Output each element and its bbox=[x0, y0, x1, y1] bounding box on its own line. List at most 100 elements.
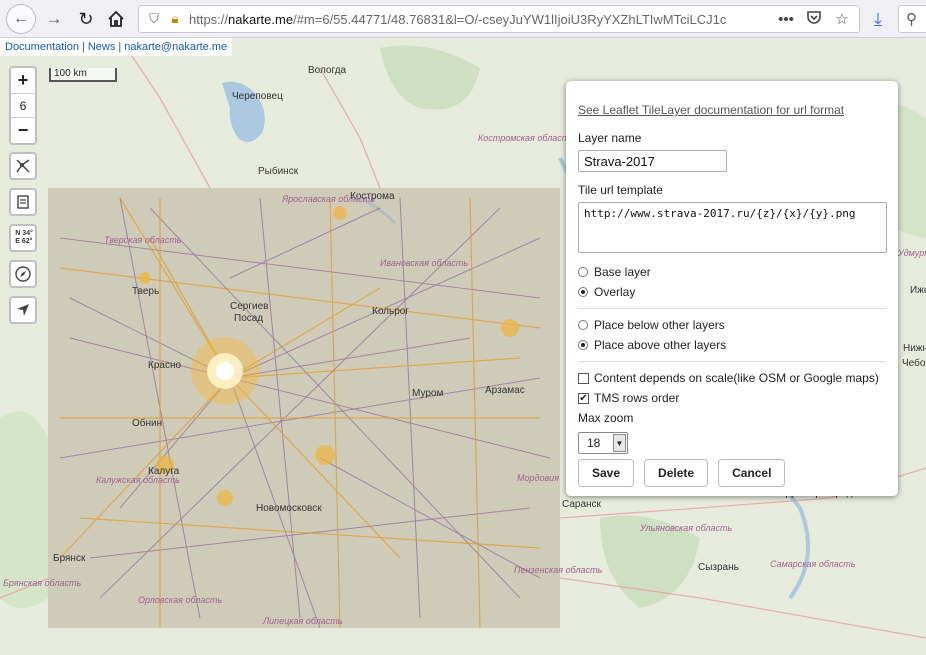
map[interactable]: Documentation | News | nakarte@nakarte.me + … bbox=[0, 38, 926, 655]
place-above-option[interactable]: Place above other layers bbox=[578, 335, 886, 355]
zoom-out-button[interactable]: − bbox=[11, 118, 35, 143]
place-label: Тверь bbox=[132, 286, 160, 297]
max-zoom-select[interactable]: 18 ▼ bbox=[578, 432, 628, 454]
measure-track-button[interactable] bbox=[9, 152, 37, 180]
save-button[interactable]: Save bbox=[578, 459, 635, 487]
tms-checkbox[interactable]: ✔ bbox=[578, 392, 589, 404]
place-label: Арзамас bbox=[485, 385, 525, 396]
place-label: Сергиев bbox=[230, 301, 269, 312]
tms-option[interactable]: ✔ TMS rows order bbox=[578, 388, 886, 408]
region-label: Брянская область bbox=[3, 578, 82, 588]
bookmark-star-icon[interactable]: ☆ bbox=[833, 10, 851, 28]
place-above-radio[interactable] bbox=[578, 340, 588, 350]
reload-icon: ↻ bbox=[78, 8, 94, 29]
region-label: Костромская область bbox=[478, 133, 575, 143]
divider bbox=[578, 361, 886, 362]
url-scheme: https:// bbox=[189, 11, 229, 27]
coords-text: N 34° E 62° bbox=[15, 230, 33, 246]
url-host: nakarte.me bbox=[228, 11, 294, 27]
overlay-radio[interactable] bbox=[578, 287, 588, 297]
layers-print-icon bbox=[17, 195, 29, 209]
region-label: Ярославская область bbox=[282, 194, 375, 204]
place-label: Красно bbox=[148, 360, 182, 371]
delete-button[interactable]: Delete bbox=[644, 459, 709, 487]
place-label: Чебокс bbox=[902, 358, 926, 369]
place-label: Саранск bbox=[562, 499, 601, 510]
zoom-level: 6 bbox=[11, 93, 35, 118]
base-layer-option[interactable]: Base layer bbox=[578, 262, 886, 282]
locate-button[interactable] bbox=[9, 296, 37, 324]
more-icon[interactable]: ••• bbox=[777, 11, 795, 28]
custom-layer-dialog: See Leaflet TileLayer documentation for … bbox=[566, 81, 898, 496]
cancel-button[interactable]: Cancel bbox=[718, 459, 786, 487]
place-label: Рыбинск bbox=[258, 166, 299, 177]
pocket-icon[interactable] bbox=[805, 9, 823, 29]
tile-url-textarea[interactable]: http://www.strava-2017.ru/{z}/{x}/{y}.pn… bbox=[578, 202, 887, 253]
scale-dependent-option[interactable]: Content depends on scale(like OSM or Goo… bbox=[578, 368, 886, 388]
email-link[interactable]: nakarte@nakarte.me bbox=[124, 41, 227, 53]
back-button[interactable]: ← bbox=[6, 4, 36, 34]
overlay-label: Overlay bbox=[594, 285, 636, 299]
url-bar[interactable]: ⛉ 🔒︎ https://nakarte.me/#m=6/55.44771/48… bbox=[138, 5, 860, 33]
place-label: Ижевск bbox=[910, 285, 926, 296]
browser-toolbar: ← → ↻ ⛉ 🔒︎ https://nakarte.me/#m=6/55.44… bbox=[0, 0, 926, 38]
place-below-radio[interactable] bbox=[578, 320, 588, 330]
region-label: Ивановская область bbox=[380, 258, 469, 268]
base-layer-label: Base layer bbox=[594, 265, 651, 279]
download-button[interactable]: ⤓ bbox=[864, 5, 892, 33]
shield-icon[interactable]: ⛉ bbox=[143, 11, 165, 27]
region-label: Тверская область bbox=[104, 235, 182, 245]
news-link[interactable]: News bbox=[88, 41, 116, 53]
scale-bar: 100 km bbox=[49, 68, 117, 82]
place-label: Муром bbox=[412, 388, 444, 399]
divider bbox=[578, 308, 886, 309]
url-actions: ••• ☆ bbox=[771, 9, 859, 29]
link-separator: | bbox=[82, 41, 85, 53]
place-label: Сызрань bbox=[698, 562, 739, 573]
region-label: Самарская область bbox=[770, 559, 856, 569]
search-box[interactable]: ⚲ bbox=[898, 5, 926, 33]
home-button[interactable] bbox=[102, 5, 130, 33]
dialog-buttons: Save Delete Cancel bbox=[578, 459, 886, 487]
place-above-label: Place above other layers bbox=[594, 338, 727, 352]
scale-dependent-checkbox[interactable] bbox=[578, 372, 589, 384]
region-label: Орловская область bbox=[138, 595, 223, 605]
base-layer-radio[interactable] bbox=[578, 267, 588, 277]
region-label: Калужская область bbox=[96, 475, 180, 485]
zoom-in-button[interactable]: + bbox=[11, 68, 35, 93]
region-label: Липецкая область bbox=[263, 616, 343, 626]
top-links: Documentation | News | nakarte@nakarte.me bbox=[0, 38, 233, 56]
overlay-option[interactable]: Overlay bbox=[578, 282, 886, 302]
home-icon bbox=[108, 10, 124, 27]
forward-button[interactable]: → bbox=[40, 5, 68, 33]
max-zoom-value: 18 bbox=[587, 436, 601, 450]
dropdown-arrow-icon[interactable]: ▼ bbox=[613, 434, 626, 452]
region-label: Удмуртия bbox=[898, 248, 926, 258]
place-below-option[interactable]: Place below other layers bbox=[578, 315, 886, 335]
reload-button[interactable]: ↻ bbox=[72, 5, 100, 33]
layer-name-input[interactable] bbox=[578, 150, 727, 172]
place-label: Брянск bbox=[53, 553, 86, 564]
url-text[interactable]: https://nakarte.me/#m=6/55.44771/48.7683… bbox=[189, 12, 771, 27]
leaflet-docs-link[interactable]: See Leaflet TileLayer documentation for … bbox=[578, 103, 886, 117]
tms-label: TMS rows order bbox=[594, 391, 680, 405]
compass-icon bbox=[15, 266, 31, 282]
azimuth-button[interactable] bbox=[9, 260, 37, 288]
link-separator: | bbox=[118, 41, 122, 53]
documentation-link[interactable]: Documentation bbox=[5, 41, 79, 53]
lock-warning-icon[interactable]: 🔒︎ bbox=[165, 11, 185, 27]
zoom-control: + 6 − bbox=[9, 66, 37, 145]
scale-dependent-label: Content depends on scale(like OSM or Goo… bbox=[594, 371, 879, 385]
region-label: Мордовия bbox=[517, 473, 559, 483]
region-label: Ульяновская область bbox=[640, 523, 733, 533]
place-label: Вологда bbox=[308, 65, 347, 76]
print-button[interactable] bbox=[9, 188, 37, 216]
place-label: Нижн bbox=[903, 343, 926, 354]
max-zoom-label-row: Max zoom bbox=[578, 408, 886, 428]
place-below-label: Place below other layers bbox=[594, 318, 725, 332]
coordinates-button[interactable]: N 34° E 62° bbox=[9, 224, 37, 252]
arrow-right-icon: → bbox=[45, 9, 63, 28]
place-label: Посад bbox=[234, 313, 264, 324]
url-path: /#m=6/55.44771/48.76831&l=O/-cseyJuYW1lI… bbox=[293, 11, 727, 27]
download-icon: ⤓ bbox=[874, 8, 882, 29]
